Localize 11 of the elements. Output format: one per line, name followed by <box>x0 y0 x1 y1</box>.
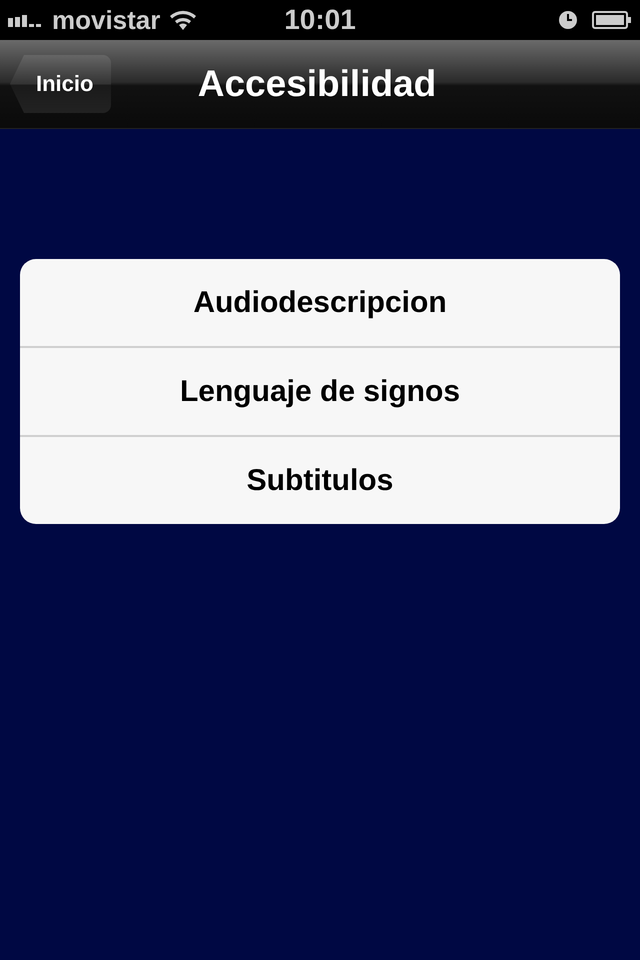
menu-item[interactable]: Subtitulos <box>20 435 620 524</box>
menu-item[interactable]: Lenguaje de signos <box>20 346 620 435</box>
back-button[interactable]: Inicio <box>10 55 112 113</box>
menu-item[interactable]: Audiodescripcion <box>20 259 620 346</box>
nav-title: Accesibilidad <box>198 63 436 105</box>
signal-icon <box>8 13 44 27</box>
carrier-name: movistar <box>52 4 160 36</box>
wifi-icon <box>168 9 198 31</box>
clock-icon <box>558 10 578 30</box>
status-time: 10:01 <box>284 4 356 36</box>
battery-icon <box>592 10 632 30</box>
